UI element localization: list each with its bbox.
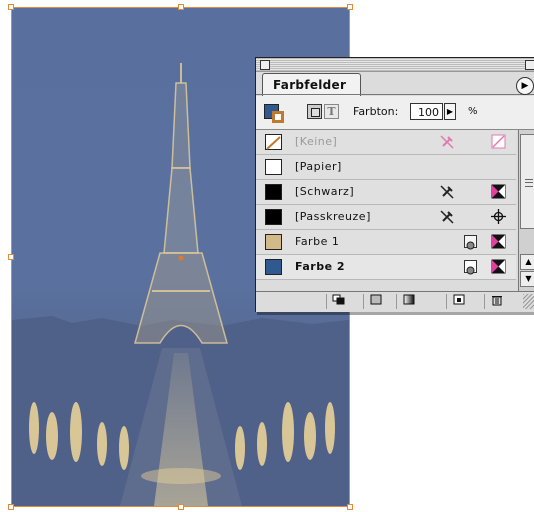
all-swatches-icon <box>332 294 345 305</box>
triangle-right-icon: ▶ <box>521 81 529 91</box>
text-formatting-button[interactable]: T <box>324 104 339 119</box>
swatch-row-farbe-1[interactable]: Farbe 1 <box>256 230 516 255</box>
resize-handle-top[interactable] <box>178 4 184 10</box>
close-box-icon[interactable] <box>260 60 270 70</box>
color-swatch-square-icon <box>370 294 382 305</box>
palette-titlebar[interactable] <box>256 58 534 72</box>
black-swatch-icon <box>265 184 282 200</box>
swatch-label: Farbe 1 <box>295 235 340 248</box>
no-edit-icon <box>440 185 454 199</box>
spot-color-icon <box>464 235 477 250</box>
palette-controls: T Farbton: 100 ▶ % <box>256 96 534 130</box>
trash-icon <box>492 296 502 306</box>
scroll-down-arrow-icon[interactable]: ▼ <box>520 271 534 287</box>
scrollbar-thumb[interactable] <box>520 134 534 229</box>
collapse-box-icon[interactable] <box>525 60 534 70</box>
tint-popup-arrow-icon[interactable]: ▶ <box>444 103 456 120</box>
resize-handle-bottom-right[interactable] <box>347 504 353 510</box>
palette-resize-icon[interactable] <box>523 294 534 309</box>
tint-unit: % <box>468 106 478 117</box>
swatch-row-keine[interactable]: [Keine] <box>256 130 516 155</box>
palette-menu-button[interactable]: ▶ <box>516 77 534 95</box>
tint-label: Farbton: <box>353 105 399 118</box>
no-edit-icon <box>440 210 454 224</box>
tab-farbfelder[interactable]: Farbfelder <box>262 73 362 96</box>
swatches-palette: Farbfelder ▶ T Farbton: 100 ▶ % [Keine] <box>255 57 534 312</box>
tab-divider <box>256 94 534 95</box>
container-formatting-button[interactable] <box>307 104 322 119</box>
swatch-label: [Schwarz] <box>295 185 355 198</box>
new-swatch-button[interactable] <box>446 294 471 309</box>
color-swatch-icon <box>265 259 282 275</box>
grip-icon <box>525 179 533 187</box>
no-edit-icon <box>440 135 454 149</box>
swatch-label: [Keine] <box>295 135 338 148</box>
new-swatch-icon <box>453 294 465 305</box>
spot-color-icon <box>464 260 477 275</box>
swatch-label: Farbe 2 <box>295 260 346 273</box>
delete-swatch-button[interactable] <box>484 294 509 309</box>
process-color-icon <box>491 259 506 274</box>
stroke-swatch-icon[interactable] <box>272 111 284 123</box>
scroll-up-arrow-icon[interactable]: ▲ <box>520 254 534 270</box>
gradient-swatch-icon <box>403 294 415 305</box>
show-all-swatches-button[interactable] <box>326 294 351 309</box>
process-color-icon <box>491 234 506 249</box>
fill-stroke-icon[interactable] <box>264 104 286 124</box>
process-color-icon <box>491 184 506 199</box>
swatch-label: [Papier] <box>295 160 342 173</box>
swatch-label: [Passkreuze] <box>295 210 371 223</box>
swatch-row-schwarz[interactable]: [Schwarz] <box>256 180 516 205</box>
swatch-list: [Keine] [Papier] [Schwarz] [Passkreuze] … <box>256 130 516 290</box>
swatch-list-scrollbar[interactable]: ▲ ▼ <box>518 130 534 292</box>
color-swatch-icon <box>265 234 282 250</box>
resize-handle-bottom[interactable] <box>178 504 184 510</box>
tint-input[interactable]: 100 <box>410 103 443 120</box>
show-gradient-swatches-button[interactable] <box>396 294 421 309</box>
registration-mark-icon <box>491 209 506 224</box>
swatch-row-farbe-2[interactable]: Farbe 2 <box>256 255 516 280</box>
palette-bottom-bar <box>256 291 534 312</box>
none-type-icon <box>491 134 506 149</box>
resize-handle-top-right[interactable] <box>347 4 353 10</box>
swatch-row-papier[interactable]: [Papier] <box>256 155 516 180</box>
swatch-row-passkreuze[interactable]: [Passkreuze] <box>256 205 516 230</box>
paper-swatch-icon <box>265 159 282 175</box>
resize-handle-left[interactable] <box>8 254 14 260</box>
resize-handle-bottom-left[interactable] <box>8 504 14 510</box>
registration-swatch-icon <box>265 209 282 225</box>
resize-handle-top-left[interactable] <box>8 4 14 10</box>
none-swatch-icon <box>265 134 282 150</box>
show-color-swatches-button[interactable] <box>363 294 388 309</box>
